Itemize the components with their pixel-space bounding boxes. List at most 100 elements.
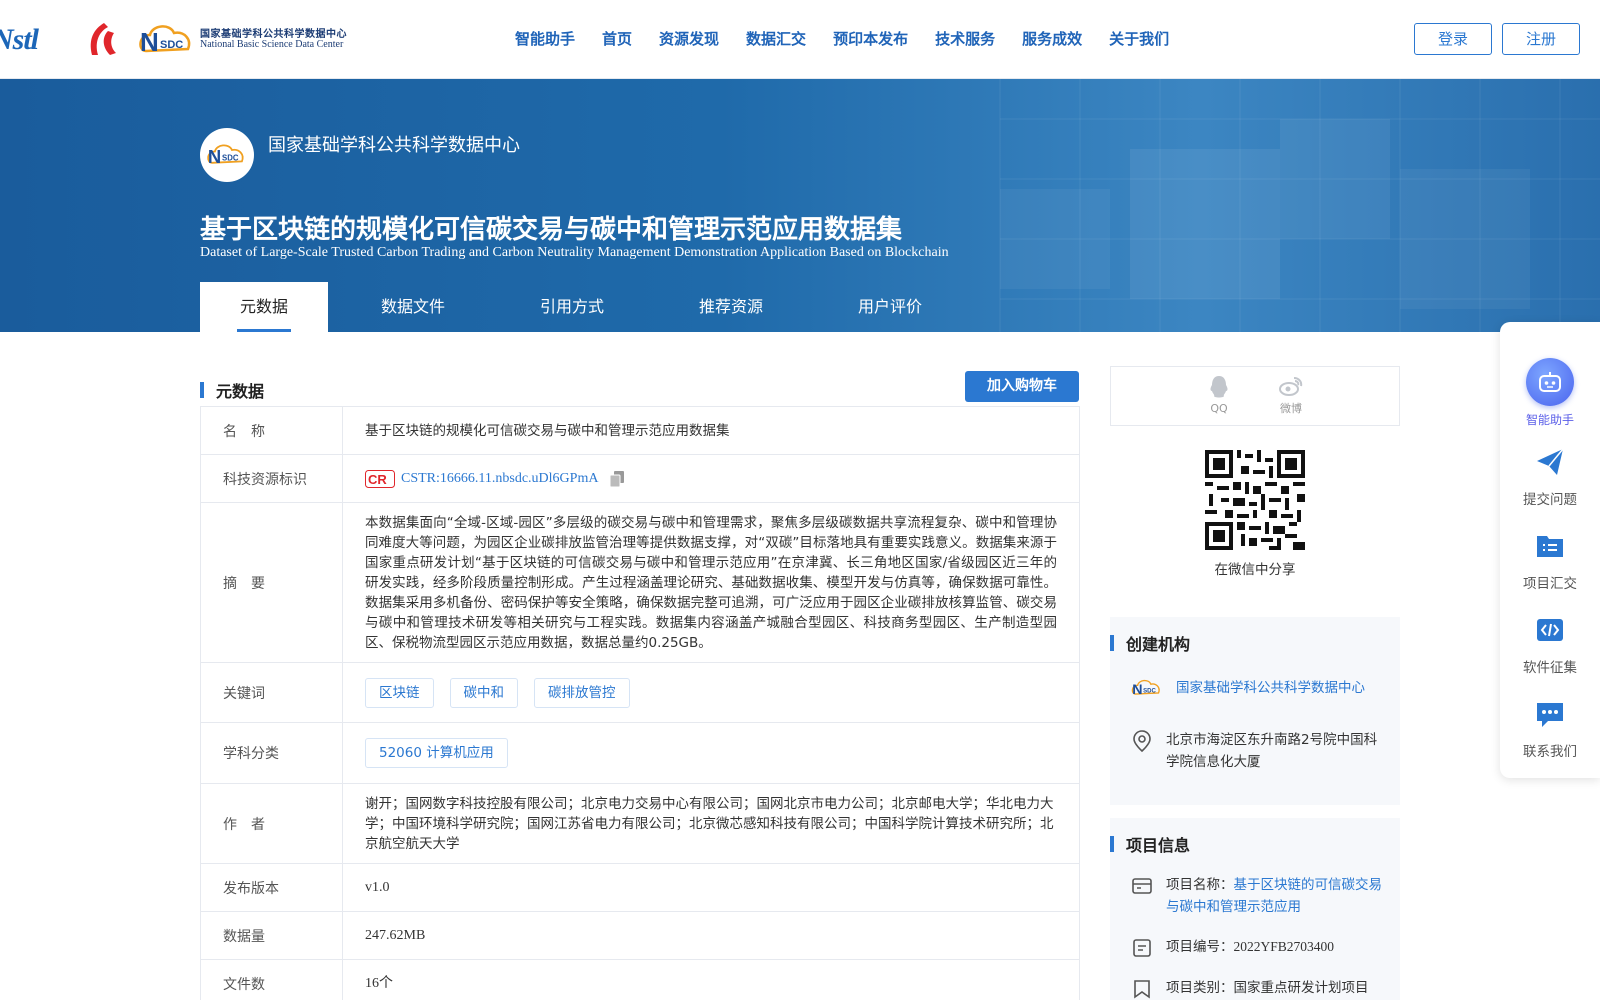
cstr-link[interactable]: CSTR:16666.11.nbsdc.uDl6GPmA [401, 469, 598, 489]
metadata-section-header: 元数据 [200, 378, 264, 402]
table-row: 科技资源标识 CR CSTR:16666.11.nbsdc.uDl6GPmA [200, 455, 1080, 503]
nstl-logo[interactable]: Nstl [0, 23, 68, 57]
org-name[interactable]: 国家基础学科公共科学数据中心 [268, 131, 520, 157]
tab-citation[interactable]: 引用方式 [498, 282, 646, 332]
cstr-cell: CR CSTR:16666.11.nbsdc.uDl6GPmA [343, 455, 1079, 502]
sidebar-ai-assistant[interactable]: 智能助手 [1500, 358, 1600, 428]
project-title: 项目信息 [1126, 836, 1191, 855]
tab-user-reviews[interactable]: 用户评价 [816, 282, 964, 332]
qq-label: QQ [1210, 402, 1228, 415]
creator-header: 创建机构 [1110, 631, 1190, 655]
weibo-icon [1279, 377, 1303, 396]
subject-label: 学科分类 [201, 723, 343, 783]
main-nav: 智能助手 首页 资源发现 数据汇交 预印本发布 技术服务 服务成效 关于我们 [515, 28, 1196, 49]
nav-service-results[interactable]: 服务成效 [1022, 28, 1082, 49]
cstr-label: 科技资源标识 [201, 455, 343, 502]
nav-about-us[interactable]: 关于我们 [1109, 28, 1169, 49]
svg-text:SDC: SDC [222, 154, 239, 163]
nav-ai-assistant[interactable]: 智能助手 [515, 28, 575, 49]
table-row: 关键词 区块链 碳中和 碳排放管控 [200, 663, 1080, 723]
nsdc-emblem-icon: N SDC [139, 25, 191, 57]
sidebar-contact-us[interactable]: 联系我们 [1500, 698, 1600, 760]
nsdc-en-name: National Basic Science Data Center [200, 39, 344, 50]
svg-text:CR: CR [368, 472, 387, 487]
table-row: 文件数 16个 [200, 960, 1080, 1000]
sidebar-project-collect[interactable]: 项目汇交 [1500, 530, 1600, 592]
project-header: 项目信息 [1110, 832, 1190, 856]
tab-recommended[interactable]: 推荐资源 [646, 282, 816, 332]
copy-icon[interactable] [610, 470, 625, 487]
abstract-value: 本数据集面向“全域-区域-园区”多层级的碳交易与碳中和管理需求，聚焦多层级碳数据… [365, 514, 1057, 651]
cstr-badge-icon: CR [365, 469, 395, 488]
bookmark-icon [1134, 980, 1150, 999]
svg-text:N: N [1132, 682, 1142, 698]
abstract-label: 摘 要 [201, 503, 343, 662]
location-pin-icon [1133, 730, 1151, 753]
document-icon [1133, 939, 1151, 957]
table-row: 学科分类 52060 计算机应用 [200, 723, 1080, 784]
keyword-chip[interactable]: 碳中和 [449, 677, 518, 708]
version-label: 发布版本 [201, 864, 343, 911]
dataset-title-en: Dataset of Large-Scale Trusted Carbon Tr… [200, 245, 949, 260]
card-icon [1132, 878, 1152, 894]
metadata-section-title: 元数据 [216, 382, 265, 401]
project-type-value: 国家重点研发计划项目 [1233, 980, 1369, 996]
tab-metadata[interactable]: 元数据 [200, 282, 328, 332]
svg-text:SDC: SDC [160, 39, 183, 51]
project-panel: 项目信息 项目名称：基于区块链的可信碳交易与碳中和管理示范应用 项目编号：202… [1110, 818, 1400, 1000]
creator-org-link[interactable]: 国家基础学科公共科学数据中心 [1176, 677, 1365, 699]
sidebar-ai-label: 智能助手 [1525, 413, 1574, 427]
authors-label: 作 者 [201, 784, 343, 863]
robot-icon [1526, 358, 1574, 406]
metadata-table: 名 称 基于区块链的规模化可信碳交易与碳中和管理示范应用数据集 科技资源标识 C… [200, 406, 1080, 1000]
share-box: QQ 微博 [1110, 366, 1400, 426]
top-navbar: Nstl N SDC 国家基础学科公共科学数据中心 National Basic… [0, 0, 1600, 79]
share-qq[interactable]: QQ [1199, 375, 1239, 415]
creator-address-row: 北京市海淀区东升南路2号院中国科学院信息化大厦 [1130, 729, 1385, 773]
svg-text:SDC: SDC [1143, 688, 1156, 694]
subject-cell: 52060 计算机应用 [343, 723, 1079, 783]
nav-home[interactable]: 首页 [602, 28, 632, 49]
register-button[interactable]: 注册 [1502, 23, 1580, 55]
login-button[interactable]: 登录 [1414, 23, 1492, 55]
creator-panel: 创建机构 N SDC 国家基础学科公共科学数据中心 北京市海淀区东升南路2号院中… [1110, 617, 1400, 805]
subject-chip[interactable]: 52060 计算机应用 [365, 738, 508, 768]
nsdc-emblem-icon: N SDC [1131, 679, 1160, 698]
keywords-label: 关键词 [201, 663, 343, 722]
dataset-title: 基于区块链的规模化可信碳交易与碳中和管理示范应用数据集 [200, 215, 903, 245]
keywords-cell: 区块链 碳中和 碳排放管控 [343, 663, 1079, 722]
sidebar-collect-label: 项目汇交 [1523, 576, 1577, 592]
nav-data-submission[interactable]: 数据汇交 [746, 28, 806, 49]
section-marker [1110, 836, 1114, 852]
dataset-banner: N SDC 国家基础学科公共科学数据中心 基于区块链的规模化可信碳交易与碳中和管… [0, 79, 1600, 332]
files-label: 文件数 [201, 960, 343, 1000]
floating-sidebar: 智能助手 提交问题 项目汇交 软件征集 联系我们 [1500, 322, 1600, 778]
sidebar-software-collect[interactable]: 软件征集 [1500, 614, 1600, 676]
project-name-row: 项目名称：基于区块链的可信碳交易与碳中和管理示范应用 [1130, 874, 1385, 918]
nav-preprint[interactable]: 预印本发布 [833, 28, 908, 49]
add-to-cart-button[interactable]: 加入购物车 [965, 371, 1079, 402]
table-row: 名 称 基于区块链的规模化可信碳交易与碳中和管理示范应用数据集 [200, 407, 1080, 455]
nav-tech-service[interactable]: 技术服务 [935, 28, 995, 49]
creator-address: 北京市海淀区东升南路2号院中国科学院信息化大厦 [1166, 732, 1378, 770]
tab-data-files[interactable]: 数据文件 [328, 282, 498, 332]
size-label: 数据量 [201, 912, 343, 959]
project-code-label: 项目编号： [1166, 939, 1234, 955]
share-weibo[interactable]: 微博 [1271, 375, 1311, 416]
wechat-share-caption: 在微信中分享 [1214, 562, 1296, 578]
sidebar-contact-label: 联系我们 [1523, 744, 1577, 760]
nav-resource-discovery[interactable]: 资源发现 [659, 28, 719, 49]
name-label: 名 称 [201, 407, 343, 454]
nsdc-logo[interactable]: N SDC 国家基础学科公共科学数据中心 National Basic Scie… [136, 21, 347, 59]
section-marker [200, 382, 204, 398]
files-value: 16个 [365, 975, 393, 991]
creator-title: 创建机构 [1126, 635, 1191, 654]
keyword-chip[interactable]: 碳排放管控 [534, 677, 630, 708]
keyword-chip[interactable]: 区块链 [365, 677, 434, 708]
wechat-qr-code [1205, 450, 1305, 550]
red-partner-logo[interactable] [82, 21, 122, 59]
sidebar-submit-question[interactable]: 提交问题 [1500, 446, 1600, 508]
qq-icon [1210, 376, 1228, 398]
table-row: 摘 要 本数据集面向“全域-区域-园区”多层级的碳交易与碳中和管理需求，聚焦多层… [200, 503, 1080, 663]
project-type-label: 项目类别： [1166, 980, 1234, 996]
